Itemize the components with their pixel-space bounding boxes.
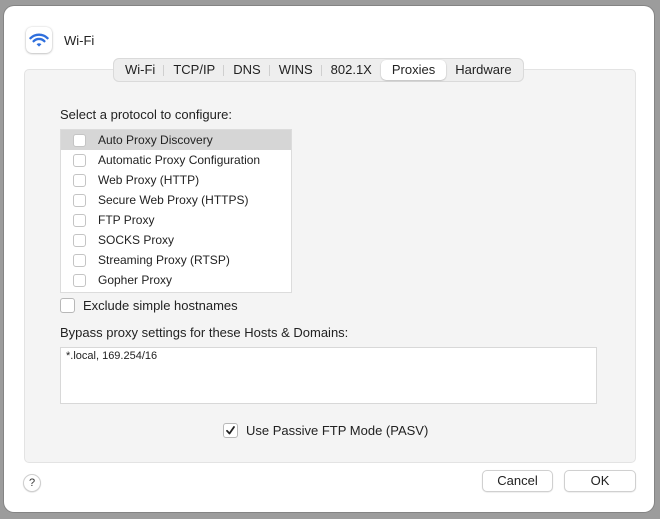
- protocol-item-web-proxy-http[interactable]: Web Proxy (HTTP): [61, 170, 291, 190]
- checkbox[interactable]: [73, 233, 86, 247]
- protocol-item-gopher-proxy[interactable]: Gopher Proxy: [61, 270, 291, 290]
- exclude-simple-hostnames-checkbox[interactable]: [60, 298, 75, 313]
- tab-tcpip[interactable]: TCP/IP: [164, 60, 225, 80]
- protocol-list[interactable]: Auto Proxy Discovery Automatic Proxy Con…: [60, 129, 292, 293]
- protocol-item-socks-proxy[interactable]: SOCKS Proxy: [61, 230, 291, 250]
- protocol-item-ftp-proxy[interactable]: FTP Proxy: [61, 210, 291, 230]
- ok-button[interactable]: OK: [564, 470, 636, 492]
- checkmark-icon: [226, 426, 235, 435]
- protocol-item-streaming-proxy-rtsp[interactable]: Streaming Proxy (RTSP): [61, 250, 291, 270]
- exclude-simple-hostnames-label: Exclude simple hostnames: [83, 298, 238, 313]
- select-protocol-label: Select a protocol to configure:: [60, 107, 232, 122]
- tab-bar: Wi-Fi TCP/IP DNS WINS 802.1X Proxies Har…: [113, 58, 524, 82]
- checkbox[interactable]: [73, 213, 86, 227]
- protocol-item-auto-proxy-discovery[interactable]: Auto Proxy Discovery: [61, 130, 291, 150]
- checkbox[interactable]: [73, 153, 86, 167]
- checkbox[interactable]: [73, 253, 86, 267]
- wifi-icon: [26, 27, 52, 53]
- tab-wifi[interactable]: Wi-Fi: [116, 60, 165, 80]
- checkbox[interactable]: [73, 273, 86, 287]
- checkbox[interactable]: [73, 133, 86, 147]
- tab-8021x[interactable]: 802.1X: [322, 60, 381, 80]
- protocol-label: Secure Web Proxy (HTTPS): [98, 193, 249, 207]
- passive-ftp-checkbox[interactable]: [223, 423, 238, 438]
- tab-hardware[interactable]: Hardware: [446, 60, 520, 80]
- protocol-label: SOCKS Proxy: [98, 233, 175, 247]
- exclude-simple-hostnames-row[interactable]: Exclude simple hostnames: [60, 298, 238, 313]
- protocol-item-secure-web-proxy-https[interactable]: Secure Web Proxy (HTTPS): [61, 190, 291, 210]
- cancel-button[interactable]: Cancel: [482, 470, 553, 492]
- dialog-header: Wi-Fi: [26, 26, 94, 54]
- protocol-label: Web Proxy (HTTP): [98, 173, 200, 187]
- tab-proxies[interactable]: Proxies: [380, 60, 447, 80]
- protocol-label: FTP Proxy: [98, 213, 155, 227]
- bypass-hosts-textarea[interactable]: *.local, 169.254/16: [60, 347, 597, 404]
- checkbox[interactable]: [73, 173, 86, 187]
- dialog-title: Wi-Fi: [64, 32, 95, 48]
- tab-dns[interactable]: DNS: [224, 60, 271, 80]
- passive-ftp-label: Use Passive FTP Mode (PASV): [246, 423, 429, 438]
- protocol-label: Streaming Proxy (RTSP): [98, 253, 230, 267]
- protocol-label: Auto Proxy Discovery: [98, 133, 213, 147]
- passive-ftp-row[interactable]: Use Passive FTP Mode (PASV): [223, 423, 428, 438]
- bypass-label: Bypass proxy settings for these Hosts & …: [60, 325, 349, 340]
- help-button[interactable]: ?: [23, 474, 41, 492]
- protocol-label: Automatic Proxy Configuration: [98, 153, 261, 167]
- tab-wins[interactable]: WINS: [270, 60, 322, 80]
- protocol-label: Gopher Proxy: [98, 273, 173, 287]
- network-settings-dialog: Wi-Fi Wi-Fi TCP/IP DNS WINS 802.1X Proxi…: [4, 6, 654, 512]
- protocol-item-automatic-proxy-configuration[interactable]: Automatic Proxy Configuration: [61, 150, 291, 170]
- checkbox[interactable]: [73, 193, 86, 207]
